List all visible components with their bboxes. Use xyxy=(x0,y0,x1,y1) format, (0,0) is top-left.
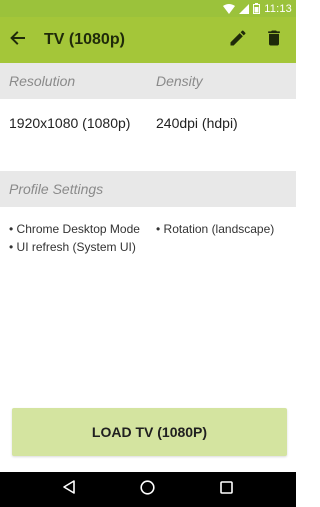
circle-home-icon xyxy=(140,479,156,500)
load-profile-button[interactable]: LOAD TV (1080P) xyxy=(12,408,287,456)
resolution-label: Resolution xyxy=(9,73,76,89)
setting-item-chrome-desktop: • Chrome Desktop Mode xyxy=(9,222,140,236)
status-time: 11:13 xyxy=(264,2,292,15)
triangle-back-icon xyxy=(62,480,76,499)
trash-icon xyxy=(264,28,284,53)
resolution-value: 1920x1080 (1080p) xyxy=(9,115,131,131)
signal-icon xyxy=(239,3,250,14)
resolution-density-header: Resolution Density xyxy=(0,63,296,99)
delete-button[interactable] xyxy=(256,17,292,63)
page-title: TV (1080p) xyxy=(44,31,125,48)
system-nav-bar xyxy=(0,472,296,507)
setting-item-ui-refresh: • UI refresh (System UI) xyxy=(9,240,136,254)
density-value: 240dpi (hdpi) xyxy=(156,115,238,131)
arrow-back-icon xyxy=(10,30,26,51)
setting-item-rotation: • Rotation (landscape) xyxy=(156,222,275,236)
density-label: Density xyxy=(156,73,203,89)
nav-recents-button[interactable] xyxy=(207,472,247,507)
pencil-icon xyxy=(228,28,248,53)
profile-settings-label: Profile Settings xyxy=(9,181,104,197)
square-recents-icon xyxy=(220,480,233,499)
nav-home-button[interactable] xyxy=(128,472,168,507)
app-toolbar: TV (1080p) xyxy=(0,17,296,63)
nav-back-button[interactable] xyxy=(49,472,89,507)
status-bar: 11:13 xyxy=(0,0,296,17)
edit-button[interactable] xyxy=(220,17,256,63)
back-button[interactable] xyxy=(0,17,36,63)
wifi-icon xyxy=(223,3,236,14)
profile-settings-header: Profile Settings xyxy=(0,171,296,207)
battery-icon xyxy=(253,3,261,14)
